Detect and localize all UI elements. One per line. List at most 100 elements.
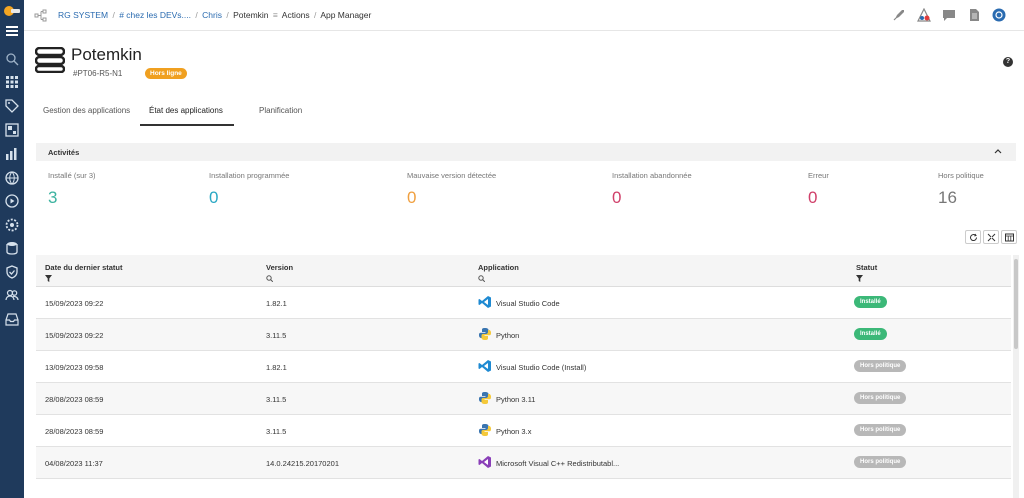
hamburger-menu-icon[interactable] [6, 26, 18, 36]
cell-version: 1.82.1 [266, 299, 287, 308]
column-header-application[interactable]: Application [478, 263, 519, 272]
tab-planification[interactable]: Planification [259, 106, 302, 115]
breadcrumb-devs[interactable]: # chez les DEVs.... [119, 10, 191, 20]
stat-scheduled: Installation programmée 0 [209, 171, 289, 208]
cell-date: 04/08/2023 11:37 [45, 459, 103, 468]
activities-title: Activités [48, 148, 80, 157]
status-badge: Hors ligne [145, 68, 187, 79]
tab-gestion-des-applications[interactable]: Gestion des applications [43, 106, 130, 115]
breadcrumb-chris[interactable]: Chris [202, 10, 222, 20]
cell-version: 3.11.5 [266, 427, 287, 436]
cell-date: 28/08/2023 08:59 [45, 395, 104, 404]
document-icon[interactable] [967, 8, 981, 22]
dashboard-icon[interactable] [5, 123, 19, 137]
filter-icon[interactable] [45, 275, 52, 282]
columns-button[interactable] [1001, 230, 1017, 244]
status-badge: Installé [854, 328, 887, 340]
user-avatar-icon[interactable] [992, 8, 1006, 22]
vscode-icon [478, 296, 491, 308]
cell-application: Microsoft Visual C++ Redistributabl... [496, 459, 620, 468]
help-icon[interactable]: ? [1003, 57, 1013, 67]
activities-panel-header[interactable]: Activités [36, 143, 1016, 161]
python-icon [479, 392, 491, 404]
python-icon [479, 328, 491, 340]
status-badge: Hors politique [854, 424, 907, 436]
bar-chart-icon[interactable] [5, 147, 19, 161]
settings-icon[interactable] [5, 218, 19, 232]
stat-label: Installation abandonnée [612, 171, 692, 180]
stat-value: 0 [407, 188, 417, 207]
cell-date: 28/08/2023 08:59 [45, 427, 104, 436]
breadcrumb-potemkin: Potemkin [233, 10, 269, 20]
server-icon [35, 47, 65, 73]
cell-application: Python [496, 331, 520, 340]
breadcrumb-separator: / [226, 10, 229, 20]
rocket-icon[interactable] [892, 8, 906, 22]
database-icon[interactable] [5, 241, 19, 255]
table-scrollbar[interactable] [1013, 255, 1019, 498]
table-row[interactable]: 15/09/2023 09:22 3.11.5 Python Installé [36, 319, 1011, 351]
chat-icon[interactable] [942, 8, 956, 22]
active-tab-indicator [140, 124, 234, 126]
page-title: Potemkin [71, 45, 142, 64]
search-icon[interactable] [478, 275, 485, 282]
stat-wrong-version: Mauvaise version détectée 0 [407, 171, 496, 208]
inbox-icon[interactable] [5, 312, 19, 326]
collapse-button[interactable] [983, 230, 999, 244]
table-header: Date du dernier statut Version Applicati… [36, 255, 1011, 287]
alert-triangle-icon[interactable] [917, 8, 931, 22]
tag-icon[interactable] [5, 99, 19, 113]
filter-icon[interactable] [856, 275, 863, 282]
column-header-status[interactable]: Statut [856, 263, 877, 272]
visual-studio-icon [478, 456, 491, 468]
status-badge: Hors politique [854, 456, 907, 468]
stat-installed: Installé (sur 3) 3 [48, 171, 96, 208]
cell-version: 14.0.24215.20170201 [266, 459, 339, 468]
status-badge: Hors politique [854, 360, 907, 372]
stat-label: Installé (sur 3) [48, 171, 96, 180]
chevron-up-icon[interactable] [994, 147, 1002, 155]
python-icon [479, 424, 491, 436]
refresh-button[interactable] [965, 230, 981, 244]
cell-date: 15/09/2023 09:22 [45, 331, 104, 340]
stat-value: 0 [209, 188, 219, 207]
scrollbar-thumb[interactable] [1014, 259, 1018, 349]
stat-value: 16 [938, 188, 957, 207]
device-id: #PT06-R5-N1 [73, 69, 123, 78]
table-row[interactable]: 28/08/2023 08:59 3.11.5 Python 3.x Hors … [36, 415, 1011, 447]
stat-value: 0 [612, 188, 622, 207]
stat-label: Mauvaise version détectée [407, 171, 497, 180]
top-actions [892, 8, 1006, 22]
column-header-date[interactable]: Date du dernier statut [45, 263, 123, 272]
cell-date: 15/09/2023 09:22 [45, 299, 104, 308]
table-row[interactable]: 13/09/2023 09:58 1.82.1 Visual Studio Co… [36, 351, 1011, 383]
status-badge: Installé [854, 296, 887, 308]
play-circle-icon[interactable] [5, 194, 19, 208]
cell-application: Visual Studio Code [496, 299, 560, 308]
shield-check-icon[interactable] [5, 265, 19, 279]
tab-etat-des-applications[interactable]: État des applications [149, 106, 223, 115]
rg-logo-icon[interactable] [3, 4, 21, 18]
hierarchy-icon[interactable] [34, 9, 48, 23]
search-icon[interactable] [5, 52, 19, 66]
cell-version: 3.11.5 [266, 331, 287, 340]
stat-label: Installation programmée [209, 171, 290, 180]
search-icon[interactable] [266, 275, 273, 282]
column-header-version[interactable]: Version [266, 263, 293, 272]
grid-icon[interactable] [5, 75, 19, 89]
breadcrumb-rg-system[interactable]: RG SYSTEM [58, 10, 108, 20]
users-icon[interactable] [5, 288, 19, 302]
compress-icon [987, 233, 995, 241]
breadcrumb: RG SYSTEM / # chez les DEVs.... / Chris … [58, 10, 371, 20]
vscode-icon [478, 360, 491, 372]
cell-version: 1.82.1 [266, 363, 287, 372]
table-row[interactable]: 15/09/2023 09:22 1.82.1 Visual Studio Co… [36, 287, 1011, 319]
globe-icon[interactable] [5, 171, 19, 185]
tabs: Gestion des applications État des applic… [34, 100, 354, 126]
stat-aborted: Installation abandonnée 0 [612, 171, 692, 208]
refresh-icon [969, 233, 977, 241]
table-row[interactable]: 04/08/2023 11:37 14.0.24215.20170201 Mic… [36, 447, 1011, 479]
table-row[interactable]: 28/08/2023 08:59 3.11.5 Python 3.11 Hors… [36, 383, 1011, 415]
breadcrumb-actions: Actions [281, 10, 310, 20]
stat-value: 0 [808, 188, 818, 207]
